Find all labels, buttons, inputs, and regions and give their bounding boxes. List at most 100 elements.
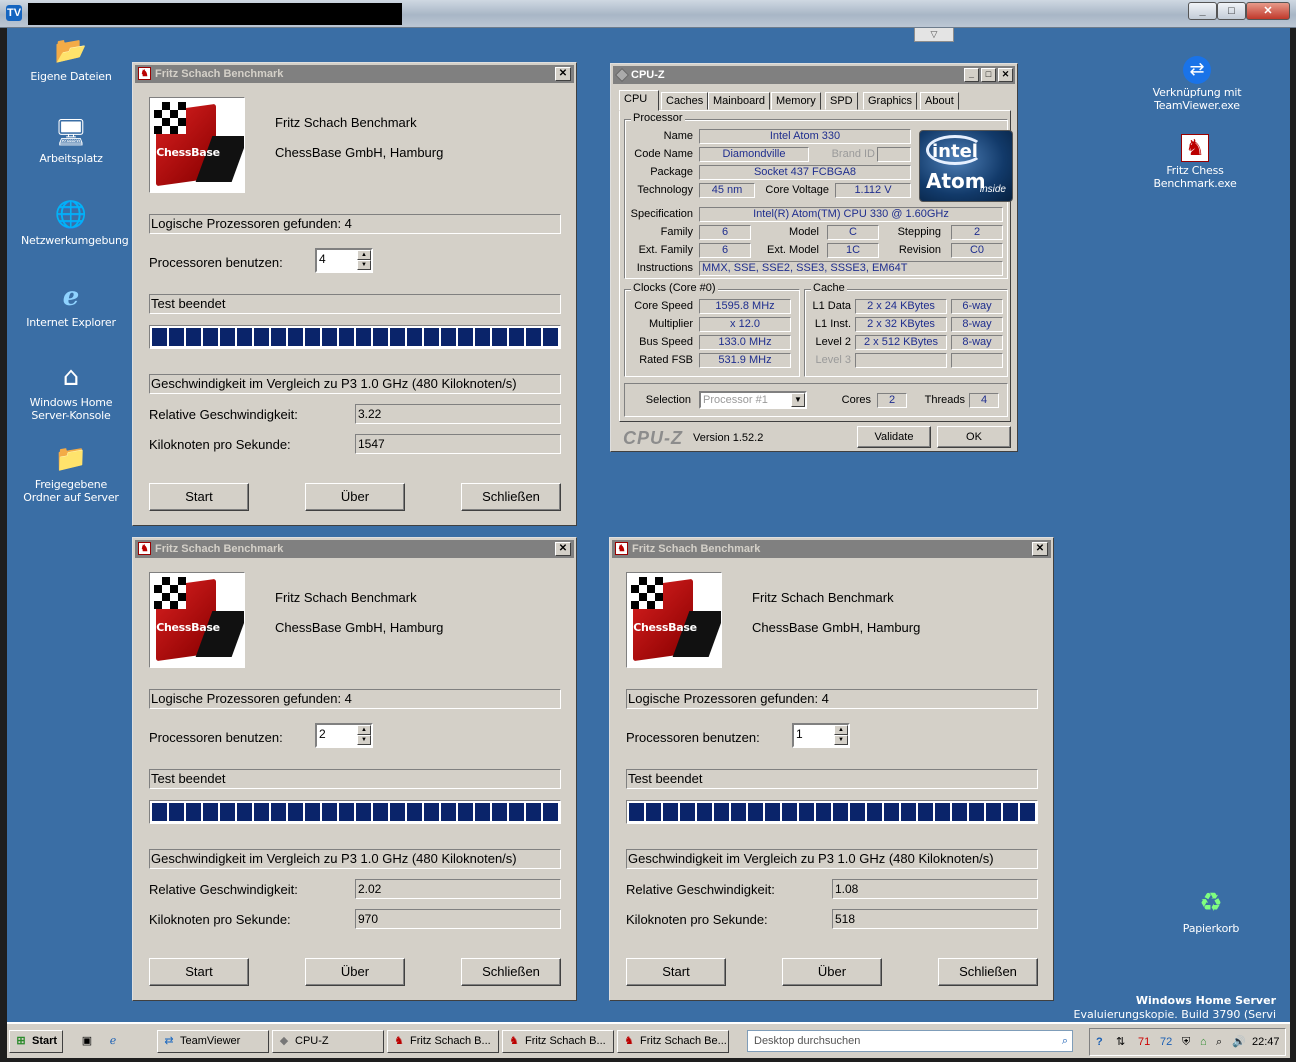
tab-spd[interactable]: SPD	[825, 92, 858, 110]
internet-explorer-quicklaunch-icon[interactable]: ℯ	[101, 1030, 119, 1053]
close-button[interactable]: ✕	[1246, 2, 1290, 20]
tab-caches[interactable]: Caches	[661, 92, 709, 110]
close-icon[interactable]: ✕	[998, 68, 1013, 82]
close-icon[interactable]: ✕	[555, 67, 571, 81]
network-status-icon[interactable]: ⇅	[1116, 1029, 1125, 1055]
validate-button[interactable]: Validate	[857, 426, 931, 448]
spin-down-icon[interactable]: ▼	[357, 260, 371, 270]
fritz-chess-icon: ♞	[509, 1035, 519, 1047]
minimize-button[interactable]: _	[1188, 2, 1217, 20]
tab-graphics[interactable]: Graphics	[863, 92, 918, 110]
cpu-tab-panel: Processor Name Intel Atom 330 Code Name …	[619, 110, 1013, 422]
group-label: Processor	[631, 112, 685, 124]
desktop-icon-my-computer[interactable]: 🖥 Arbeitsplatz	[21, 116, 121, 165]
desktop-icon-fritz-chess-benchmark[interactable]: ♞ Fritz Chess Benchmark.exe	[1145, 134, 1245, 190]
start-button[interactable]: Start	[149, 483, 249, 511]
tab-mainboard[interactable]: Mainboard	[708, 92, 770, 110]
search-icon[interactable]: ⌕	[1062, 1031, 1068, 1051]
chevron-down-icon[interactable]: ▼	[791, 393, 805, 407]
taskbar-item-fritz-2[interactable]: ♞ Fritz Schach B...	[502, 1030, 614, 1053]
close-button[interactable]: Schließen	[461, 483, 561, 511]
processors-spinner[interactable]: 1 ▲ ▼	[792, 723, 850, 748]
home-server-tray-icon[interactable]: ⌂	[1200, 1029, 1207, 1055]
revision-label: Revision	[898, 244, 941, 256]
taskbar-item-fritz-1[interactable]: ♞ Fritz Schach B...	[387, 1030, 499, 1053]
maximize-icon[interactable]: □	[981, 68, 996, 82]
spin-up-icon[interactable]: ▲	[834, 725, 848, 735]
desktop-icon-teamviewer-shortcut[interactable]: ⇄ Verknüpfung mit TeamViewer.exe	[1147, 56, 1247, 112]
processors-label: Processoren benutzen:	[626, 730, 760, 745]
processors-spinner[interactable]: 4 ▲ ▼	[315, 248, 373, 273]
chessbase-logo: ChessBase	[149, 572, 245, 668]
close-button[interactable]: Schließen	[461, 958, 561, 986]
desktop-icon-shared-folders[interactable]: 📁 Freigegebene Ordner auf Server	[21, 442, 121, 504]
internet-explorer-icon: ℯ	[62, 282, 80, 312]
minimize-icon[interactable]: _	[964, 68, 979, 82]
close-button[interactable]: Schließen	[938, 958, 1038, 986]
shared-folder-icon: 📁	[54, 444, 88, 474]
processors-value[interactable]: 4	[319, 252, 326, 266]
spin-up-icon[interactable]: ▲	[357, 250, 371, 260]
computer-icon: 🖥	[54, 118, 88, 148]
processors-spinner[interactable]: 2 ▲ ▼	[315, 723, 373, 748]
desktop-search-input[interactable]: Desktop durchsuchen ⌕	[747, 1030, 1073, 1052]
close-icon[interactable]: ✕	[1032, 542, 1048, 556]
toolbar-toggle-button[interactable]: ▽	[914, 28, 954, 42]
help-icon[interactable]: ?	[1096, 1029, 1103, 1055]
multiplier-value: x 12.0	[699, 317, 791, 332]
taskbar-item-teamviewer[interactable]: ⇄ TeamViewer	[157, 1030, 269, 1053]
intel-atom-logo: intel Atom inside	[919, 130, 1013, 202]
spin-down-icon[interactable]: ▼	[834, 735, 848, 745]
relative-speed-label: Relative Geschwindigkeit:	[149, 882, 298, 897]
stepping-value: 2	[951, 225, 1003, 240]
taskbar-item-cpuz[interactable]: ◆ CPU-Z	[272, 1030, 384, 1053]
progress-bar	[149, 325, 561, 349]
about-button[interactable]: Über	[305, 483, 405, 511]
tab-about[interactable]: About	[920, 92, 959, 110]
clock[interactable]: 22:47	[1252, 1029, 1280, 1055]
l1-inst-value: 2 x 32 KBytes	[855, 317, 947, 332]
about-button[interactable]: Über	[305, 958, 405, 986]
show-desktop-icon[interactable]: ▣	[75, 1030, 93, 1053]
maximize-button[interactable]: □	[1217, 2, 1246, 20]
desktop-icon-my-documents[interactable]: 📂 Eigene Dateien	[21, 34, 121, 83]
spin-down-icon[interactable]: ▼	[357, 735, 371, 745]
processors-value[interactable]: 1	[796, 727, 803, 741]
company-name: ChessBase GmbH, Hamburg	[275, 620, 444, 635]
comparison-caption: Geschwindigkeit im Vergleich zu P3 1.0 G…	[626, 849, 1038, 869]
desktop-icon-network[interactable]: 🌐 Netzwerkumgebung	[21, 198, 129, 247]
ext-model-label: Ext. Model	[767, 244, 819, 256]
ok-button[interactable]: OK	[937, 426, 1011, 448]
search-tray-icon[interactable]: ⌕	[1216, 1029, 1222, 1055]
start-button[interactable]: ⊞ Start	[9, 1030, 63, 1053]
codename-value: Diamondville	[699, 147, 809, 162]
cores-label: Cores	[841, 394, 871, 406]
close-icon[interactable]: ✕	[555, 542, 571, 556]
instructions-value: MMX, SSE, SSE2, SSE3, SSSE3, EM64T	[699, 261, 1003, 276]
about-button[interactable]: Über	[782, 958, 882, 986]
window-title: CPU-Z	[631, 69, 665, 81]
processors-value[interactable]: 2	[319, 727, 326, 741]
processor-select[interactable]: Processor #1 ▼	[699, 391, 807, 409]
revision-value: C0	[951, 243, 1003, 258]
start-button[interactable]: Start	[626, 958, 726, 986]
relative-speed-value: 1.08	[832, 879, 1038, 899]
desktop-icon-internet-explorer[interactable]: ℯ Internet Explorer	[21, 280, 121, 329]
tab-memory[interactable]: Memory	[771, 92, 821, 110]
recycle-bin-icon: ♻	[1199, 888, 1223, 918]
window-titlebar: ♞ Fritz Schach Benchmark ✕	[135, 540, 574, 558]
tab-cpu[interactable]: CPU	[619, 90, 659, 111]
start-button[interactable]: Start	[149, 958, 249, 986]
teamviewer-icon: ⇄	[164, 1035, 174, 1047]
shield-icon[interactable]: ⛨	[1182, 1029, 1190, 1055]
cpuz-window: CPU-Z _ □ ✕ CPU Caches Mainboard Memory …	[610, 63, 1018, 452]
relative-speed-label: Relative Geschwindigkeit:	[626, 882, 775, 897]
threads-label: Threads	[924, 394, 965, 406]
spin-up-icon[interactable]: ▲	[357, 725, 371, 735]
speaker-icon[interactable]: 🔊	[1232, 1029, 1246, 1055]
desktop-icon-home-server-console[interactable]: ⌂ Windows Home Server-Konsole	[21, 360, 121, 422]
family-label: Family	[660, 226, 693, 238]
taskbar-item-fritz-3[interactable]: ♞ Fritz Schach Be...	[617, 1030, 729, 1053]
desktop-icon-recycle-bin[interactable]: ♻ Papierkorb	[1161, 886, 1261, 935]
l1-data-label: L1 Data	[812, 300, 851, 312]
